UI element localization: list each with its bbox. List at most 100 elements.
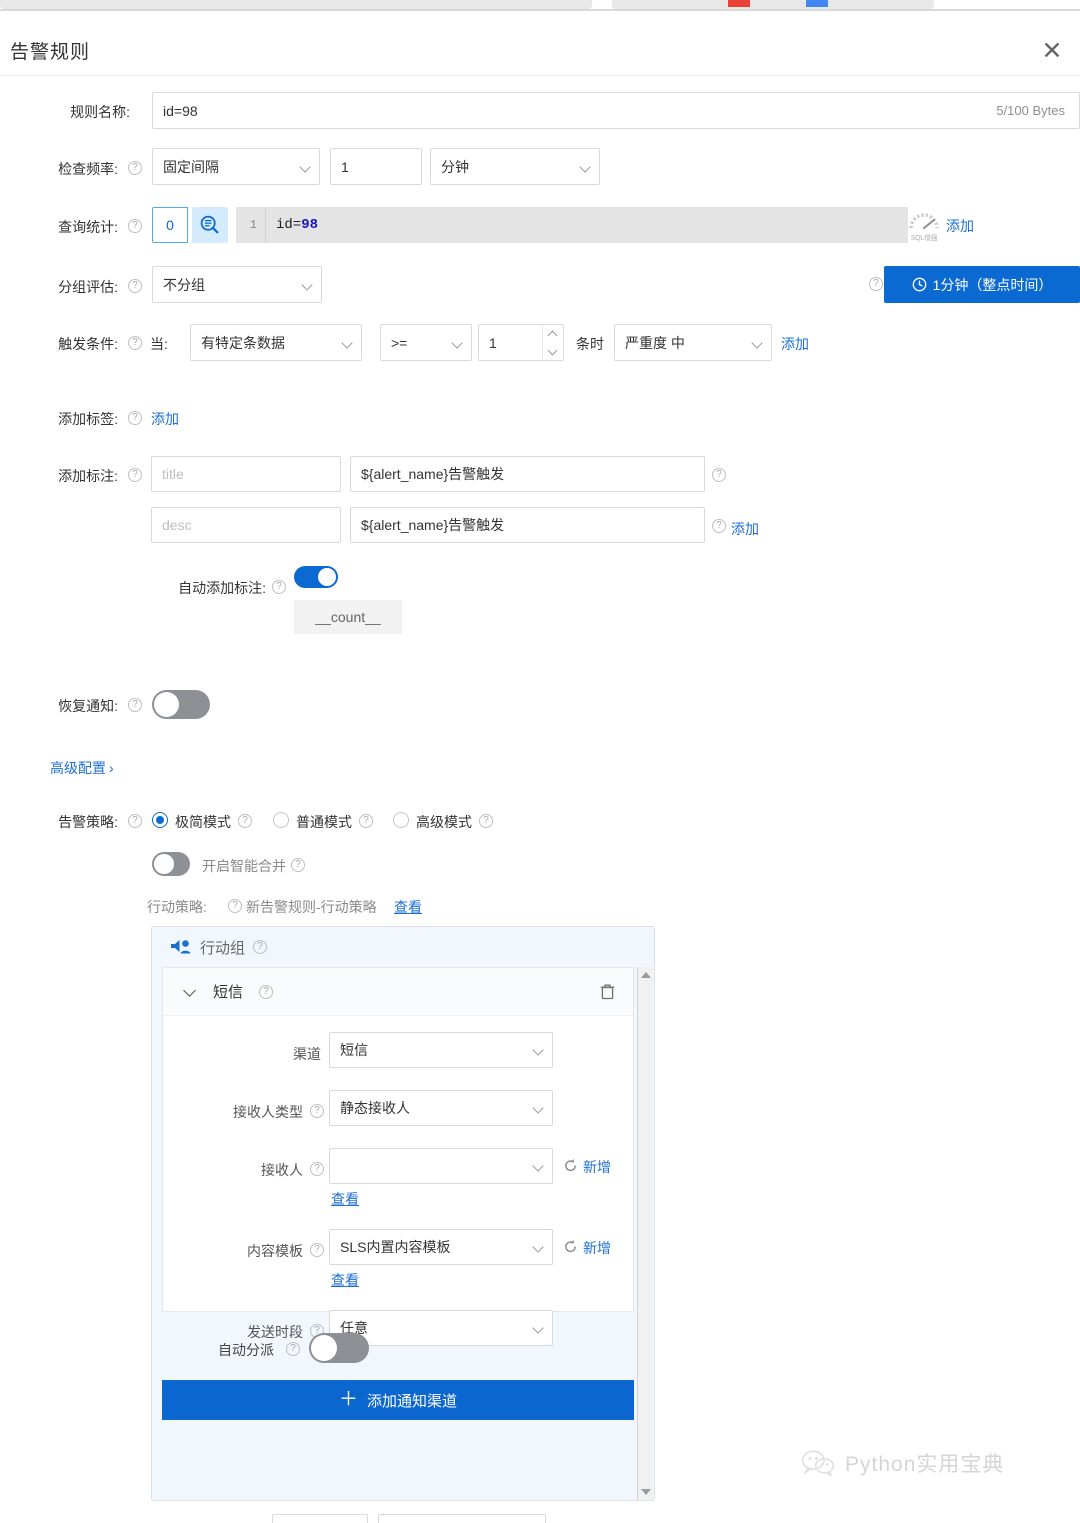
trigger-count-input[interactable]: 1: [478, 324, 564, 361]
trigger-help-icon[interactable]: ?: [128, 336, 142, 350]
check-frequency-help-icon[interactable]: ?: [128, 161, 142, 175]
annotation-key-input-1[interactable]: desc: [151, 507, 341, 543]
close-icon[interactable]: ✕: [1038, 38, 1066, 66]
action-group-title: 行动组: [200, 939, 246, 957]
query-stat-help-icon[interactable]: ?: [128, 219, 142, 233]
action-policy-view-link[interactable]: 查看: [394, 897, 422, 917]
check-frequency-interval-input[interactable]: 1: [330, 148, 422, 185]
content-template-view-link[interactable]: 查看: [331, 1270, 359, 1290]
receiver-type-help-icon[interactable]: ?: [310, 1104, 324, 1118]
add-channel-button[interactable]: ＋ 添加通知渠道: [162, 1380, 634, 1420]
annotation-value-input-0[interactable]: ${alert_name}告警触发: [350, 456, 705, 492]
refresh-icon[interactable]: [563, 1158, 578, 1178]
dialog-header: 告警规则 ✕: [0, 11, 1080, 75]
receiver-add-link[interactable]: 新增: [583, 1157, 611, 1177]
trigger-condition-value: 有特定条数据: [201, 334, 285, 351]
browser-chrome-strip: [0, 0, 1080, 11]
action-group-help-icon[interactable]: ?: [253, 940, 268, 954]
trigger-operator-select[interactable]: >=: [380, 324, 472, 361]
query-code-key: id=: [276, 217, 302, 233]
smart-merge-toggle[interactable]: [152, 852, 190, 876]
sql-enhance-label: SQL增强: [910, 235, 938, 242]
query-index-input[interactable]: 0: [152, 207, 188, 243]
smart-merge-label: 开启智能合并: [202, 858, 286, 874]
receiver-type-select[interactable]: 静态接收人: [329, 1090, 553, 1126]
trigger-label: 触发条件:: [58, 336, 118, 352]
receiver-help-icon[interactable]: ?: [310, 1162, 324, 1176]
trigger-unit-label: 条时: [576, 336, 604, 352]
refresh-glyph: [565, 1158, 576, 1172]
receiver-view-link[interactable]: 查看: [331, 1189, 359, 1209]
query-add-link[interactable]: 添加: [946, 216, 974, 236]
radio-simple-mode[interactable]: [152, 812, 168, 828]
trigger-severity-select[interactable]: 严重度 中: [614, 324, 772, 361]
group-eval-select[interactable]: 不分组: [152, 266, 322, 303]
footer-button-right[interactable]: [378, 1514, 546, 1523]
annotations-help-icon[interactable]: ?: [128, 468, 142, 482]
add-tag-help-icon[interactable]: ?: [128, 411, 142, 425]
trigger-condition-select[interactable]: 有特定条数据: [190, 324, 362, 361]
clock-icon: [912, 277, 926, 292]
recovery-notice-toggle[interactable]: [152, 690, 210, 719]
check-frequency-unit-select[interactable]: 分钟: [430, 148, 600, 185]
time-range-help-icon[interactable]: ?: [869, 277, 883, 291]
field-label-receiver-type: 接收人类型: [233, 1104, 303, 1120]
alert-policy-option-help-icon-2[interactable]: ?: [479, 814, 493, 828]
search-query-icon[interactable]: [192, 207, 228, 243]
chevron-right-icon: ›: [109, 760, 114, 776]
alert-policy-option-help-icon-1[interactable]: ?: [359, 814, 373, 828]
stepper-down-button[interactable]: [543, 343, 562, 360]
alert-policy-help-icon[interactable]: ?: [128, 814, 142, 828]
scrollbar[interactable]: [637, 967, 653, 1500]
trigger-add-link[interactable]: 添加: [781, 334, 809, 354]
annotation-add-link[interactable]: 添加: [731, 519, 759, 539]
content-template-help-icon[interactable]: ?: [310, 1243, 324, 1257]
auto-dispatch-toggle[interactable]: [309, 1333, 369, 1363]
stepper-up-button[interactable]: [543, 326, 562, 343]
add-tag-link[interactable]: 添加: [151, 409, 179, 429]
annotation-row-help-icon-0[interactable]: ?: [712, 468, 726, 482]
time-range-button[interactable]: 1分钟（整点时间）: [884, 266, 1080, 303]
alert-policy-option-help-icon-0[interactable]: ?: [238, 814, 252, 828]
annotation-key-input-0[interactable]: title: [151, 456, 341, 492]
radio-advanced-mode[interactable]: [393, 812, 409, 828]
channel-select[interactable]: 短信: [329, 1032, 553, 1068]
alert-policy-option-label-1: 普通模式: [296, 814, 352, 830]
auto-annotation-help-icon[interactable]: ?: [272, 580, 286, 594]
auto-dispatch-help-icon[interactable]: ?: [286, 1342, 300, 1356]
wechat-icon: [801, 1450, 835, 1477]
content-template-select[interactable]: SLS内置内容模板: [329, 1229, 553, 1265]
smart-merge-help-icon[interactable]: ?: [291, 858, 305, 872]
sql-enhance-icon[interactable]: SQL增强: [906, 209, 942, 243]
advanced-config-link[interactable]: 高级配置 ›: [50, 758, 114, 778]
receiver-select[interactable]: [329, 1148, 553, 1184]
annotation-row-help-icon-1[interactable]: ?: [712, 519, 726, 533]
content-template-add-link[interactable]: 新增: [583, 1238, 611, 1258]
trash-icon[interactable]: [600, 983, 615, 1005]
rule-name-input[interactable]: id=98 5/100 Bytes: [152, 92, 1080, 129]
auto-annotation-toggle[interactable]: [294, 566, 338, 588]
query-code-text: id=98: [266, 217, 318, 233]
recovery-notice-help-icon[interactable]: ?: [128, 698, 142, 712]
action-group-panel: 行动组 ? 短信 ? 渠道 短信 接收人类型 ? 静态接收人 接收人 ? 新增 …: [151, 926, 655, 1501]
group-eval-help-icon[interactable]: ?: [128, 279, 142, 293]
footer-button-left[interactable]: [272, 1514, 368, 1523]
scroll-down-arrow[interactable]: [638, 1484, 654, 1500]
chevron-down-icon: [534, 1105, 543, 1114]
scroll-up-arrow[interactable]: [638, 967, 654, 983]
add-tag-label: 添加标签:: [58, 411, 118, 427]
chevron-down-icon: [753, 340, 762, 349]
check-frequency-mode-select[interactable]: 固定间隔: [152, 148, 320, 185]
annotation-value-input-1[interactable]: ${alert_name}告警触发: [350, 507, 705, 543]
action-policy-help-icon[interactable]: ?: [228, 899, 242, 913]
query-code-editor[interactable]: 1 id=98: [236, 207, 892, 243]
chevron-down-icon[interactable]: [183, 983, 197, 998]
auto-annotation-label: 自动添加标注:: [178, 580, 266, 596]
channel-card-help-icon[interactable]: ?: [259, 984, 274, 999]
chrome-blue-marker: [806, 0, 828, 7]
refresh-icon[interactable]: [563, 1239, 578, 1259]
watermark: Python实用宝典: [800, 1448, 1004, 1478]
radio-normal-mode[interactable]: [273, 812, 289, 828]
refresh-glyph: [565, 1239, 576, 1253]
quantity-stepper[interactable]: [542, 326, 562, 360]
